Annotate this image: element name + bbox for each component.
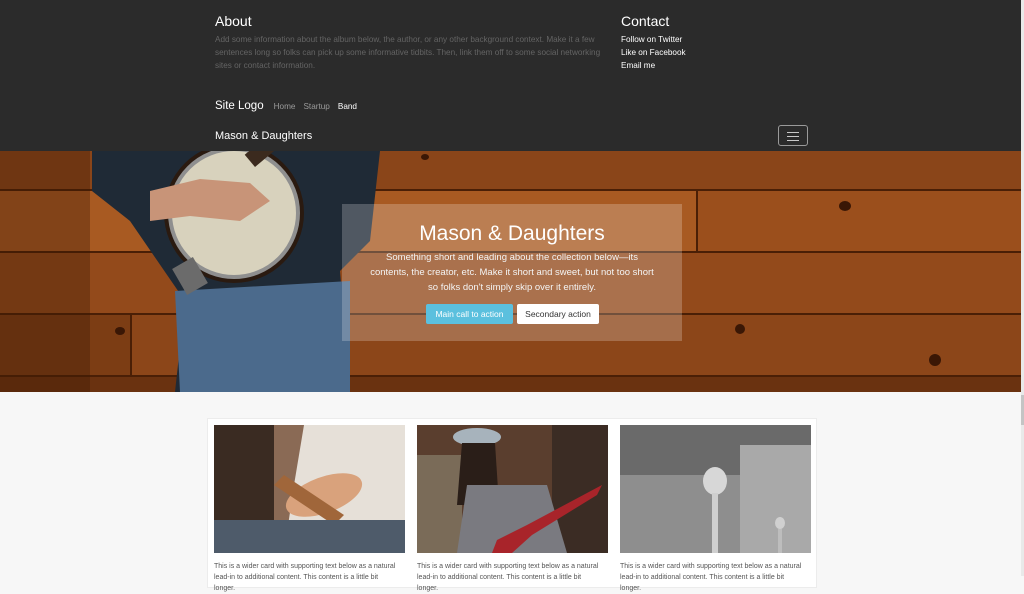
card-2-text: This is a wider card with supporting tex…: [417, 563, 599, 592]
hero-banner: Mason & Daughters Something short and le…: [0, 151, 1024, 392]
hero-subtitle: Something short and leading about the co…: [370, 252, 654, 293]
card-3-text: This is a wider card with supporting tex…: [620, 563, 802, 592]
card-image-guitar: [214, 425, 405, 553]
hamburger-icon: [787, 132, 799, 133]
card-group: This is a wider card with supporting tex…: [207, 418, 817, 592]
hero-panel: Mason & Daughters Something short and le…: [342, 204, 682, 341]
nav-link-band[interactable]: Band: [338, 102, 357, 111]
card-1-text: This is a wider card with supporting tex…: [214, 563, 396, 592]
main-cta-button[interactable]: Main call to action: [426, 304, 513, 324]
card-image-woman-guitar: [417, 425, 608, 553]
site-logo[interactable]: Site Logo: [215, 100, 264, 112]
navbar-brand[interactable]: Mason & Daughters: [215, 130, 312, 142]
hero-title: Mason & Daughters: [419, 222, 605, 245]
top-header: About Add some information about the alb…: [0, 0, 1024, 151]
nav-link-startup[interactable]: Startup: [303, 102, 329, 111]
card-3: This is a wider card with supporting tex…: [620, 425, 811, 594]
card-2: This is a wider card with supporting tex…: [417, 425, 608, 594]
about-heading: About: [215, 13, 252, 29]
secondary-action-button[interactable]: Secondary action: [517, 304, 599, 324]
nav-link-home[interactable]: Home: [274, 102, 296, 111]
contact-heading: Contact: [621, 13, 670, 29]
about-text: Add some information about the album bel…: [215, 35, 601, 70]
contact-link-twitter[interactable]: Follow on Twitter: [621, 33, 686, 46]
menu-toggle-button[interactable]: [778, 125, 808, 146]
contact-links: Follow on Twitter Like on Facebook Email…: [621, 33, 686, 72]
contact-link-email[interactable]: Email me: [621, 59, 686, 72]
card-image-microphone: [620, 425, 811, 553]
card-1: This is a wider card with supporting tex…: [214, 425, 405, 594]
site-nav: Site Logo Home Startup Band: [215, 100, 365, 112]
contact-link-facebook[interactable]: Like on Facebook: [621, 46, 686, 59]
